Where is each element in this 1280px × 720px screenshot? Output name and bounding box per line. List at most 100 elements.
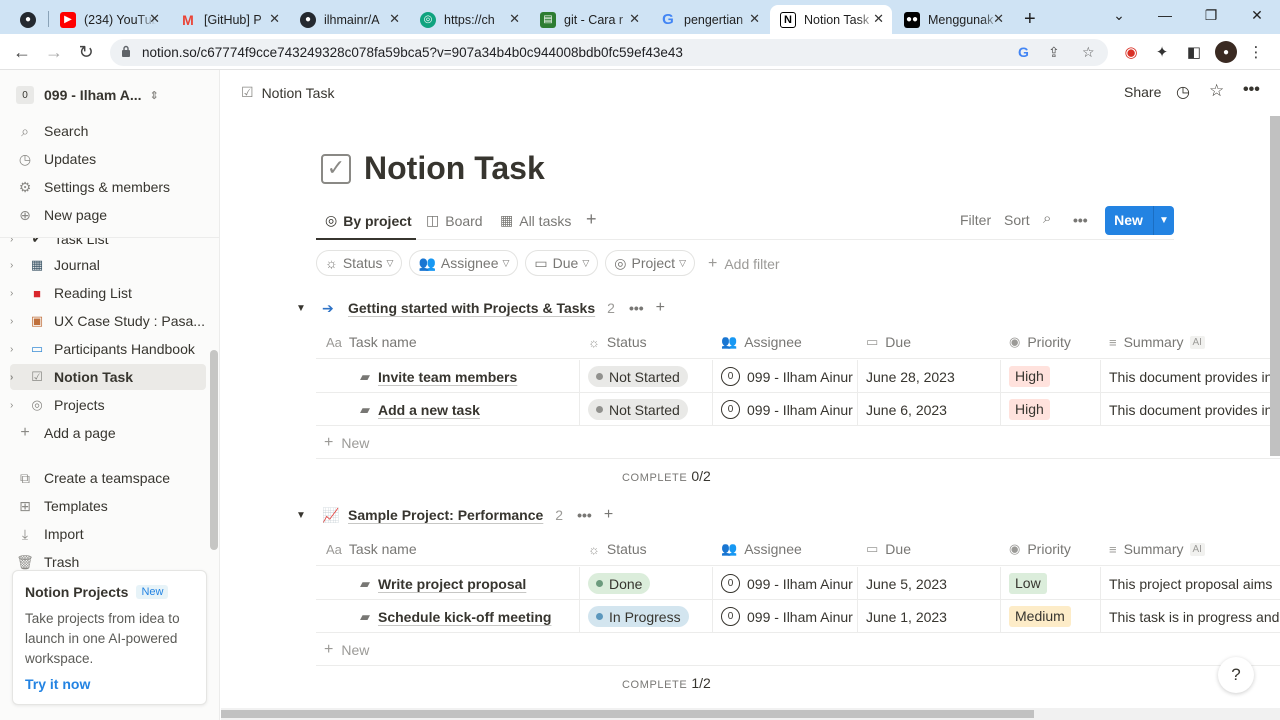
assignee-cell[interactable]: 0 099 - Ilham Ainur [713,600,858,633]
sidebar-item-participants-handbook[interactable]: › ▭ Participants Handbook [10,336,206,362]
group-more-icon[interactable]: ••• [629,300,644,316]
breadcrumb[interactable]: ☑ Notion Task [241,84,334,101]
filter-status[interactable]: ☼ Status ▽ [316,250,403,276]
sidebar-item-task-list[interactable]: › ✔ Task List [10,238,206,250]
url-text[interactable]: notion.so/c67774f9cce743249328c078fa59bc… [142,45,683,60]
new-row-button[interactable]: + New [316,427,1280,459]
due-cell[interactable]: June 5, 2023 [858,567,1001,600]
column-status[interactable]: ☼ Status [588,325,647,359]
close-icon[interactable]: ✕ [629,11,640,27]
column-summary[interactable]: ≡ Summary AI [1109,532,1205,566]
group-add-icon[interactable]: + [604,506,613,524]
horizontal-scrollbar[interactable] [221,708,1280,720]
filter-button[interactable]: Filter [960,212,991,228]
table-row[interactable]: ▰ Add a new task Not Started 0 099 - Ilham… [316,393,1280,426]
browser-tab[interactable]: M [GitHub] P ✕ [170,5,288,34]
assignee-cell[interactable]: 0 099 - Ilham Ainur [713,567,858,600]
sidebar-item-projects[interactable]: › ◎ Projects [10,392,206,418]
sidebar-import[interactable]: ⤓ Import [16,523,84,545]
column-summary[interactable]: ≡ Summary AI [1109,325,1205,359]
filter-due[interactable]: ▭ Due ▽ [525,250,599,276]
close-icon[interactable]: ✕ [993,11,1004,27]
side-panel-icon[interactable]: ◧ [1183,41,1205,63]
share-button[interactable]: Share [1124,84,1161,100]
sidebar-item-journal[interactable]: › ▦ Journal [10,252,206,278]
assignee-cell[interactable]: 0 099 - Ilham Ainur [713,393,858,426]
new-row-button[interactable]: + New [316,634,1280,666]
filter-assignee[interactable]: 👥 Assignee ▽ [409,250,519,276]
browser-tab[interactable]: ▤ git - Cara r ✕ [530,5,648,34]
puzzle-icon[interactable]: ✦ [1151,41,1173,63]
browser-tab[interactable]: ●● Menggunak ✕ [894,5,1012,34]
new-task-button[interactable]: New ▼ [1105,206,1174,235]
page-title[interactable]: Notion Task [364,150,545,187]
search-icon[interactable]: ⌕ [1043,210,1051,227]
column-priority[interactable]: ◉ Priority [1009,532,1071,566]
sidebar-add-page[interactable]: + Add a page [16,422,115,444]
tab-all-tasks[interactable]: ▦ All tasks [500,212,571,229]
assignee-cell[interactable]: 0 099 - Ilham Ainur [713,360,858,393]
sidebar-item-ux-case-study[interactable]: › ▣ UX Case Study : Pasa... [10,308,206,334]
priority-cell[interactable]: High [1001,393,1101,426]
sidebar-scrollbar[interactable] [210,350,218,550]
column-task-name[interactable]: Aa Task name [326,532,417,566]
browser-tab[interactable]: ◎ https://ch ✕ [410,5,528,34]
status-cell[interactable]: Not Started [580,360,713,393]
reload-button[interactable]: ↻ [74,40,98,64]
priority-cell[interactable]: Low [1001,567,1101,600]
column-due[interactable]: ▭ Due [866,532,911,566]
sidebar-item-reading-list[interactable]: › ■ Reading List [10,280,206,306]
minimize-button[interactable]: — [1142,0,1188,34]
table-row[interactable]: ▰ Schedule kick-off meeting In Progress 0… [316,600,1280,633]
sidebar-settings[interactable]: ⚙ Settings & members [16,176,170,198]
sidebar-create-teamspace[interactable]: ⧉ Create a teamspace [16,467,170,489]
help-button[interactable]: ? [1218,657,1254,693]
sidebar-item-notion-task[interactable]: › ☑ Notion Task [10,364,206,390]
close-icon[interactable]: ✕ [509,11,520,27]
summary-cell[interactable]: This document provides in [1101,360,1280,393]
browser-tab[interactable]: G pengertian ✕ [650,5,768,34]
close-icon[interactable]: ✕ [389,11,400,27]
column-status[interactable]: ☼ Status [588,532,647,566]
chevron-down-icon[interactable]: ▼ [1153,206,1174,235]
column-task-name[interactable]: Aa Task name [326,325,417,359]
add-view-button[interactable]: + [586,209,597,230]
bookmark-star-icon[interactable]: ☆ [1082,44,1095,61]
more-options-icon[interactable]: ••• [1243,81,1260,99]
close-window-button[interactable]: ✕ [1234,0,1280,34]
filter-project[interactable]: ◎ Project ▽ [605,250,695,276]
history-icon[interactable]: ◷ [1176,82,1190,102]
column-assignee[interactable]: 👥 Assignee [721,325,802,359]
close-icon[interactable]: ✕ [749,11,760,27]
sidebar-search[interactable]: ⌕ Search [16,120,88,142]
group-more-icon[interactable]: ••• [577,507,592,523]
new-tab-button[interactable]: + [1020,5,1048,34]
priority-cell[interactable]: Medium [1001,600,1101,633]
status-cell[interactable]: Done [580,567,713,600]
summary-cell[interactable]: This document provides in [1101,393,1280,426]
address-bar[interactable]: notion.so/c67774f9cce743249328c078fa59bc… [110,39,1108,66]
browser-tab[interactable]: ● [14,5,44,34]
group-header[interactable]: ▼ ➔ Getting started with Projects & Task… [296,295,665,321]
sidebar-templates[interactable]: ⊞ Templates [16,495,108,517]
column-due[interactable]: ▭ Due [866,325,911,359]
close-icon[interactable]: ✕ [873,11,884,27]
chrome-menu-icon[interactable]: ⋮ [1245,41,1267,63]
browser-tab-active[interactable]: N Notion Task ✕ [770,5,892,34]
scrollbar-thumb[interactable] [221,710,1034,718]
table-row[interactable]: ▰ Write project proposal Done 0 099 - Ilha… [316,567,1280,600]
status-cell[interactable]: Not Started [580,393,713,426]
close-icon[interactable]: ✕ [269,11,280,27]
browser-tab[interactable]: ▶ (234) YouTube ✕ [50,5,168,34]
favorite-star-icon[interactable]: ☆ [1209,81,1224,101]
vertical-scrollbar[interactable] [1270,116,1280,456]
back-button[interactable]: ← [10,40,34,64]
tab-by-project[interactable]: ◎ By project [325,212,412,229]
collapse-triangle-icon[interactable]: ▼ [296,510,314,521]
group-header[interactable]: ▼ 📈 Sample Project: Performance 2 ••• + [296,502,613,528]
add-filter-button[interactable]: + Add filter [708,250,780,278]
close-icon[interactable]: ✕ [149,11,160,27]
maximize-button[interactable]: ❐ [1188,0,1234,34]
due-cell[interactable]: June 28, 2023 [858,360,1001,393]
profile-avatar[interactable]: ● [1215,41,1237,63]
